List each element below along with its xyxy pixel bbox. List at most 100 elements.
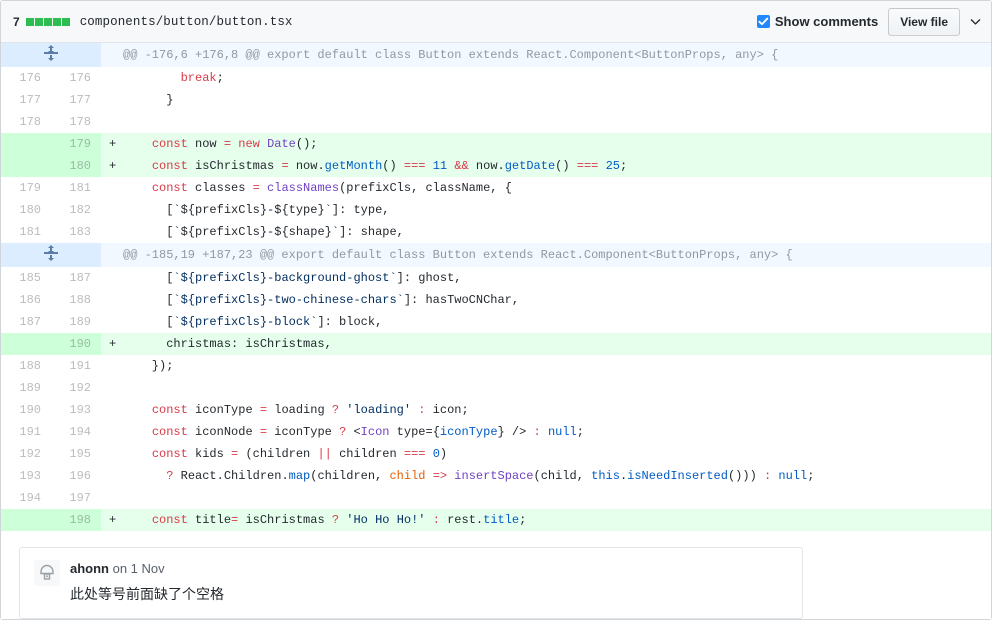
line-number-new[interactable]: 197: [51, 487, 101, 509]
diff-line-context: 179181 const classes = classNames(prefix…: [1, 177, 991, 199]
line-number-old[interactable]: 194: [1, 487, 51, 509]
code-token: isChristmas: [238, 513, 332, 527]
diff-marker: +: [109, 334, 116, 354]
diff-code-cell[interactable]: ? React.Children.map(children, child => …: [101, 465, 991, 487]
code-token: ${shape}: [274, 225, 332, 239]
code-token: ]: type,: [332, 203, 390, 217]
line-number-old[interactable]: 176: [1, 67, 51, 89]
line-number-new[interactable]: 180: [51, 155, 101, 177]
diff-code-cell[interactable]: + christmas: isChristmas,: [101, 333, 991, 355]
show-comments-checkbox[interactable]: [757, 15, 770, 28]
line-number-new[interactable]: 196: [51, 465, 101, 487]
line-number-new[interactable]: 193: [51, 399, 101, 421]
code-token: `${prefixCls}-two-chinese-chars`: [173, 293, 403, 307]
line-number-new[interactable]: 192: [51, 377, 101, 399]
line-number-new[interactable]: 194: [51, 421, 101, 443]
diff-code-cell[interactable]: });: [101, 355, 991, 377]
line-number-old[interactable]: 191: [1, 421, 51, 443]
code-token: ?: [332, 513, 339, 527]
code-token: ===: [404, 447, 426, 461]
show-comments-toggle[interactable]: Show comments: [757, 14, 878, 29]
line-number-old[interactable]: [1, 333, 51, 355]
diff-code-cell[interactable]: const iconType = loading ? 'loading' : i…: [101, 399, 991, 421]
line-number-new[interactable]: 176: [51, 67, 101, 89]
code-token: 0: [433, 447, 440, 461]
unfold-icon[interactable]: [1, 243, 101, 267]
line-number-old[interactable]: 192: [1, 443, 51, 465]
file-path[interactable]: components/button/button.tsx: [80, 15, 293, 29]
diff-code-cell[interactable]: [101, 487, 991, 509]
line-number-new[interactable]: 182: [51, 199, 101, 221]
line-number-old[interactable]: 178: [1, 111, 51, 133]
code-token: ;: [577, 425, 584, 439]
diff-code-cell[interactable]: const iconNode = iconType ? <Icon type={…: [101, 421, 991, 443]
diff-code-cell[interactable]: [101, 111, 991, 133]
line-number-new[interactable]: 183: [51, 221, 101, 243]
line-number-old[interactable]: 190: [1, 399, 51, 421]
code-token: [123, 71, 181, 85]
diff-code-cell[interactable]: [`${prefixCls}-block`]: block,: [101, 311, 991, 333]
diff-code-cell[interactable]: [`${prefixCls}-${type}`]: type,: [101, 199, 991, 221]
code-token: } />: [498, 425, 534, 439]
unfold-icon[interactable]: [1, 43, 101, 67]
code-token: [: [123, 271, 173, 285]
line-number-new[interactable]: 177: [51, 89, 101, 111]
chevron-down-icon[interactable]: [969, 15, 982, 28]
code-token: [123, 403, 152, 417]
diff-line-context: 186188 [`${prefixCls}-two-chinese-chars`…: [1, 289, 991, 311]
line-number-old[interactable]: 186: [1, 289, 51, 311]
diff-code-cell[interactable]: [101, 377, 991, 399]
code-token: insertSpace: [454, 469, 533, 483]
code-token: getDate: [505, 159, 555, 173]
diff-line-context: 188191 });: [1, 355, 991, 377]
line-number-old[interactable]: 193: [1, 465, 51, 487]
diff-code-cell[interactable]: break;: [101, 67, 991, 89]
line-number-old[interactable]: [1, 133, 51, 155]
line-number-new[interactable]: 187: [51, 267, 101, 289]
line-number-old[interactable]: 187: [1, 311, 51, 333]
code-token: (children: [238, 447, 317, 461]
line-number-old[interactable]: [1, 155, 51, 177]
diff-table: @@ -176,6 +176,8 @@ export default class…: [1, 43, 991, 619]
diff-line-context: 191194 const iconNode = iconType ? <Icon…: [1, 421, 991, 443]
diff-line-context: 181183 [`${prefixCls}-${shape}`]: shape,: [1, 221, 991, 243]
code-token: child: [389, 469, 425, 483]
line-number-new[interactable]: 195: [51, 443, 101, 465]
line-number-new[interactable]: 189: [51, 311, 101, 333]
line-number-new[interactable]: 191: [51, 355, 101, 377]
line-number-old[interactable]: 177: [1, 89, 51, 111]
diff-code-cell[interactable]: const kids = (children || children === 0…: [101, 443, 991, 465]
line-number-old[interactable]: 181: [1, 221, 51, 243]
hunk-header-text: @@ -185,19 +187,23 @@ export default cla…: [101, 243, 991, 267]
line-number-new[interactable]: 179: [51, 133, 101, 155]
line-number-old[interactable]: 185: [1, 267, 51, 289]
line-number-new[interactable]: 181: [51, 177, 101, 199]
line-number-old[interactable]: 180: [1, 199, 51, 221]
code-token: ): [440, 447, 447, 461]
diff-code-cell[interactable]: }: [101, 89, 991, 111]
diff-code-cell[interactable]: [`${prefixCls}-background-ghost`]: ghost…: [101, 267, 991, 289]
diff-code-cell[interactable]: const classes = classNames(prefixCls, cl…: [101, 177, 991, 199]
diff-code-cell[interactable]: [`${prefixCls}-two-chinese-chars`]: hasT…: [101, 289, 991, 311]
comment-inner: ahonn on 1 Nov此处等号前面缺了个空格: [20, 548, 802, 618]
diff-code-cell[interactable]: + const now = new Date();: [101, 133, 991, 155]
diff-code-cell[interactable]: + const title= isChristmas ? 'Ho Ho Ho!'…: [101, 509, 991, 531]
avatar[interactable]: [34, 560, 60, 586]
line-number-old[interactable]: 179: [1, 177, 51, 199]
diff-line-context: 180182 [`${prefixCls}-${type}`]: type,: [1, 199, 991, 221]
line-number-new[interactable]: 178: [51, 111, 101, 133]
line-number-old[interactable]: 188: [1, 355, 51, 377]
comment-meta: ahonn on 1 Nov: [70, 560, 788, 578]
line-number-new[interactable]: 198: [51, 509, 101, 531]
code-token: ]: ghost,: [397, 271, 462, 285]
line-number-old[interactable]: [1, 509, 51, 531]
comment-author[interactable]: ahonn: [70, 561, 109, 576]
view-file-button[interactable]: View file: [888, 8, 960, 36]
diff-code-cell[interactable]: + const isChristmas = now.getMonth() ===…: [101, 155, 991, 177]
diff-code-cell[interactable]: [`${prefixCls}-${shape}`]: shape,: [101, 221, 991, 243]
line-number-new[interactable]: 190: [51, 333, 101, 355]
line-number-old[interactable]: 189: [1, 377, 51, 399]
inline-comment-cell: ahonn on 1 Nov此处等号前面缺了个空格: [1, 531, 991, 619]
line-number-new[interactable]: 188: [51, 289, 101, 311]
code-token: ;: [217, 71, 224, 85]
